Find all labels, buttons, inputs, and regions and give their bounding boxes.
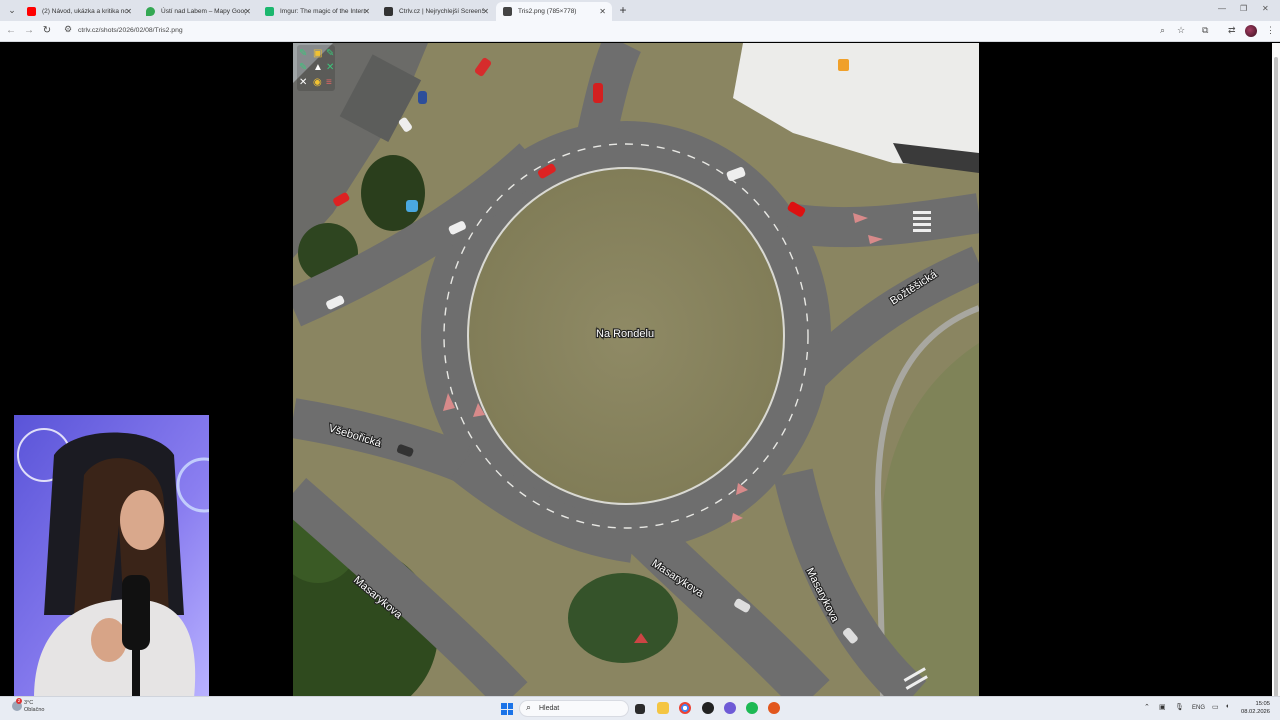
svg-text:✕: ✕ bbox=[299, 77, 307, 88]
tab-title: Tris2.png (785×778) bbox=[518, 8, 577, 15]
svg-text:✎: ✎ bbox=[326, 48, 334, 59]
svg-text:≡: ≡ bbox=[326, 77, 332, 88]
close-tab-icon[interactable]: ✕ bbox=[244, 2, 251, 21]
bus-stop-icon bbox=[406, 200, 418, 212]
imgur-icon bbox=[265, 7, 274, 16]
weather-widget[interactable]: 3°C Oblačno bbox=[24, 700, 45, 714]
reload-icon[interactable]: ↻ bbox=[40, 24, 54, 38]
url-text: ctrlv.cz/shots/2026/02/08/Tris2.png bbox=[78, 27, 183, 34]
back-icon[interactable]: ← bbox=[4, 24, 18, 38]
profile-sync-icon[interactable]: ⇄ bbox=[1228, 25, 1236, 36]
tab-ctrlv[interactable]: Ctrlv.cz | Nejrychlejší ScreenSh ✕ bbox=[377, 2, 495, 21]
address-bar[interactable]: ⚙ ctrlv.cz/shots/2026/02/08/Tris2.png bbox=[60, 23, 1190, 39]
map-pin-icon bbox=[146, 7, 155, 16]
chrome-icon[interactable] bbox=[679, 702, 691, 714]
browser-toolbar: ← → ↻ ⚙ ctrlv.cz/shots/2026/02/08/Tris2.… bbox=[0, 21, 1280, 42]
webcam-overlay bbox=[14, 415, 209, 698]
streamer-webcam-image bbox=[14, 415, 209, 698]
tab-google-maps[interactable]: Ústí nad Labem – Mapy Google ✕ bbox=[139, 2, 257, 21]
messenger-icon[interactable] bbox=[724, 702, 736, 714]
spotify-icon[interactable] bbox=[746, 702, 758, 714]
ctrlv-icon bbox=[384, 7, 393, 16]
svg-text:✎: ✎ bbox=[299, 62, 307, 73]
weather-temp: 3°C bbox=[24, 700, 34, 706]
minimize-icon[interactable]: — bbox=[1218, 4, 1226, 13]
forward-icon[interactable]: → bbox=[22, 24, 36, 38]
youtube-icon bbox=[27, 7, 36, 16]
tray-app-icon[interactable]: ▣ bbox=[1159, 703, 1166, 711]
task-view-icon[interactable] bbox=[635, 704, 645, 714]
scrollbar-thumb[interactable] bbox=[1274, 57, 1278, 697]
tab-title: Ústí nad Labem – Mapy Google bbox=[161, 8, 246, 15]
microphone-icon[interactable]: 🎙 bbox=[1175, 703, 1184, 711]
tree bbox=[568, 573, 678, 663]
label-na-rondelu: Na Rondelu bbox=[596, 328, 654, 340]
close-window-icon[interactable]: ✕ bbox=[1262, 4, 1269, 13]
maximize-icon[interactable]: ❐ bbox=[1240, 4, 1247, 13]
close-tab-icon[interactable]: ✕ bbox=[125, 2, 132, 21]
taskbar-search[interactable]: ⌕ Hledat bbox=[519, 700, 629, 717]
tab-strip: ⌄ (2) Návod, ukázka a kritika nove ✕ Úst… bbox=[0, 0, 1280, 21]
tab-imgur[interactable]: Imgur: The magic of the Interne ✕ bbox=[258, 2, 376, 21]
file-explorer-icon[interactable] bbox=[657, 702, 669, 714]
tab-search-icon[interactable]: ⌄ bbox=[4, 3, 20, 18]
obs-icon[interactable] bbox=[702, 702, 714, 714]
profile-avatar[interactable] bbox=[1245, 25, 1257, 37]
windows-taskbar: 2 3°C Oblačno ⌕ Hledat ⌃ ▣ 🎙 ENG ▭ ◖ 15:… bbox=[0, 696, 1280, 720]
tab-tris2[interactable]: Tris2.png (785×778) ✕ bbox=[496, 2, 612, 21]
svg-text:◉: ◉ bbox=[313, 77, 322, 88]
svg-text:✎: ✎ bbox=[299, 48, 307, 59]
clock-date: 08.02.2026 bbox=[1240, 709, 1270, 715]
tab-title: Ctrlv.cz | Nejrychlejší ScreenSh bbox=[399, 8, 484, 15]
svg-text:✕: ✕ bbox=[326, 62, 334, 73]
menu-kebab-icon[interactable]: ⋮ bbox=[1266, 25, 1275, 36]
close-tab-icon[interactable]: ✕ bbox=[599, 2, 606, 21]
tab-title: Imgur: The magic of the Interne bbox=[280, 8, 365, 15]
tab-title: (2) Návod, ukázka a kritika nove bbox=[42, 8, 127, 15]
search-icon: ⌕ bbox=[526, 702, 532, 712]
volume-icon[interactable]: ◖ bbox=[1225, 703, 1229, 710]
bookmark-star-icon[interactable]: ☆ bbox=[1177, 25, 1185, 36]
search-placeholder: Hledat bbox=[539, 705, 560, 712]
weather-desc: Oblačno bbox=[24, 707, 45, 713]
tab-youtube[interactable]: (2) Návod, ukázka a kritika nove ✕ bbox=[20, 2, 138, 21]
map-image[interactable]: ✎ ▣ ✎ ✎ ▲ ✕ ✕ ◉ ≡ Na Rondelu Všebořická … bbox=[293, 43, 979, 696]
zoom-icon[interactable]: ⌕ bbox=[1160, 25, 1165, 36]
shop-icon bbox=[838, 59, 849, 71]
page-scrollbar[interactable] bbox=[1272, 43, 1280, 697]
site-info-icon[interactable]: ⚙ bbox=[64, 24, 72, 35]
close-tab-icon[interactable]: ✕ bbox=[482, 2, 489, 21]
svg-text:▣: ▣ bbox=[313, 48, 322, 59]
close-tab-icon[interactable]: ✕ bbox=[363, 2, 370, 21]
start-windows-icon[interactable] bbox=[501, 703, 513, 715]
tree bbox=[361, 155, 425, 231]
new-tab-button[interactable]: + bbox=[616, 3, 630, 17]
tray-chevron-icon[interactable]: ⌃ bbox=[1144, 703, 1150, 711]
map-toolbar-icons[interactable]: ✎ ▣ ✎ ✎ ▲ ✕ ✕ ◉ ≡ bbox=[297, 45, 335, 91]
language-indicator[interactable]: ENG bbox=[1192, 705, 1205, 711]
network-icon[interactable]: ▭ bbox=[1212, 703, 1219, 711]
aerial-map: ✎ ▣ ✎ ✎ ▲ ✕ ✕ ◉ ≡ Na Rondelu Všebořická … bbox=[293, 43, 979, 696]
extensions-icon[interactable]: ⧉ bbox=[1202, 25, 1208, 36]
clock-time: 15:05 bbox=[1255, 701, 1270, 707]
svg-text:▲: ▲ bbox=[313, 62, 323, 73]
notification-badge: 2 bbox=[16, 698, 22, 704]
system-clock[interactable]: 15:05 08.02.2026 bbox=[1240, 700, 1270, 716]
image-file-icon bbox=[503, 7, 512, 16]
app-icon[interactable] bbox=[768, 702, 780, 714]
